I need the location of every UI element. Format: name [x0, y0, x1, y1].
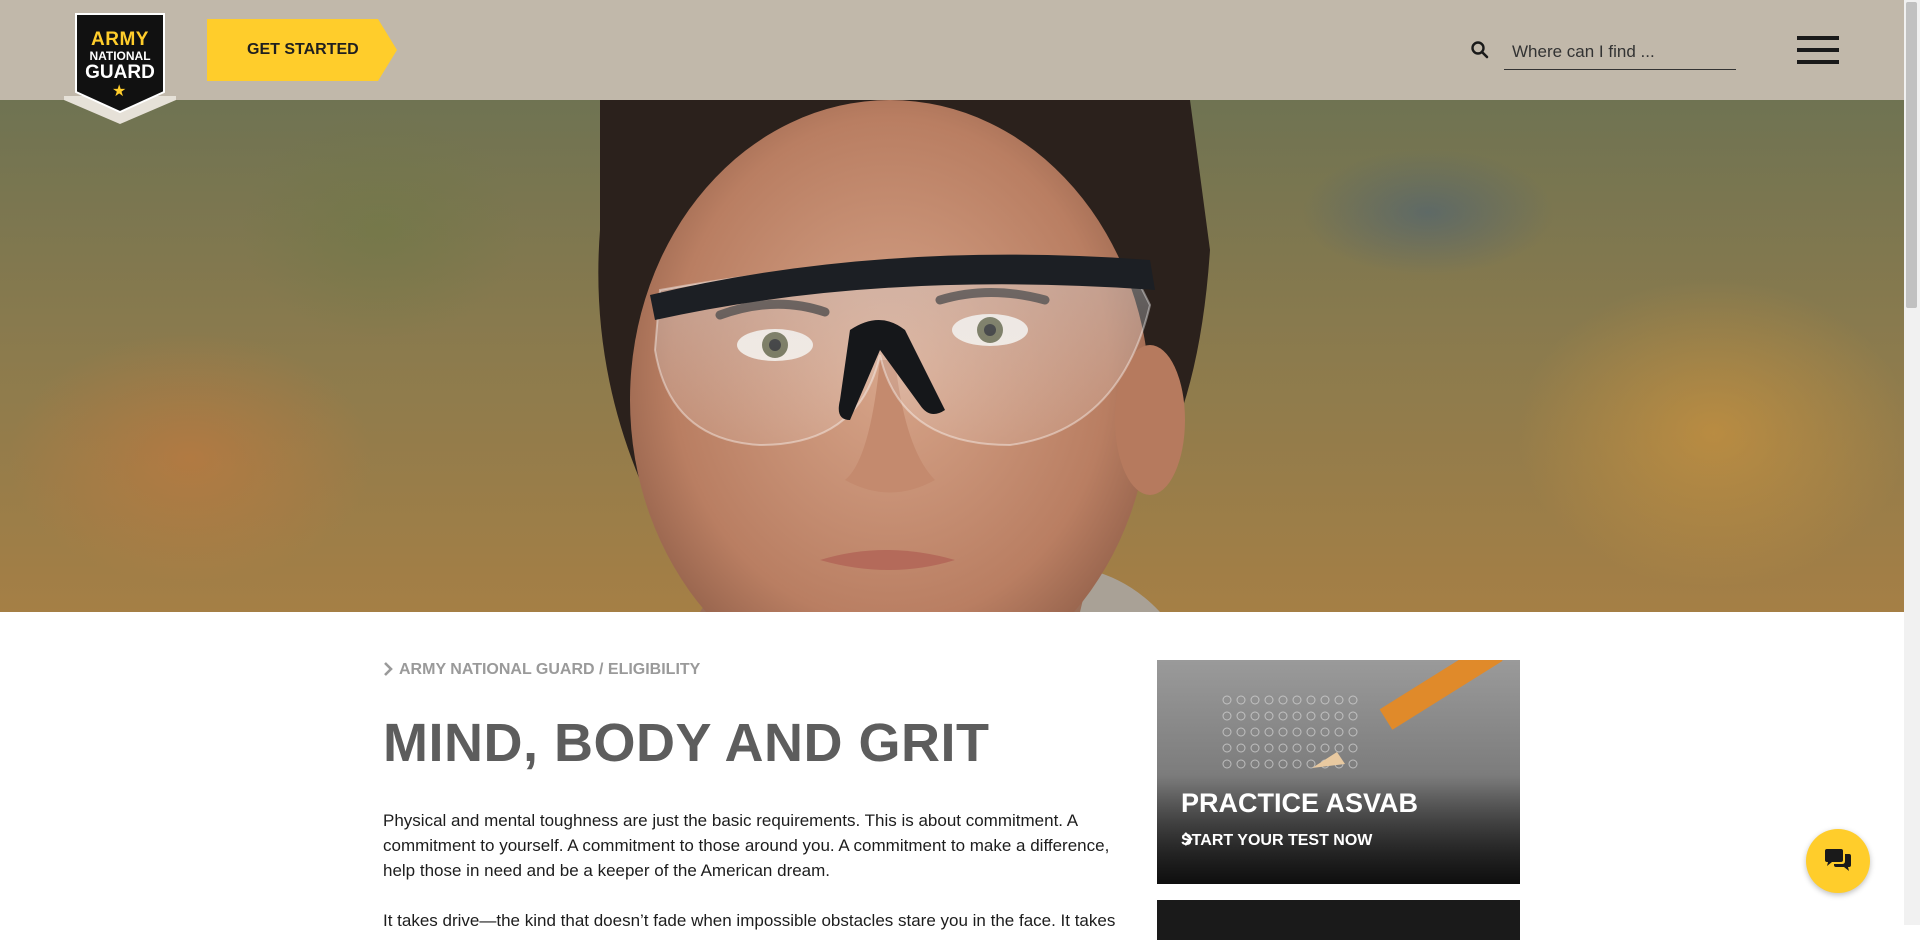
logo-line-national: NATIONAL [89, 49, 151, 63]
chat-bubbles-icon [1825, 849, 1851, 871]
breadcrumb[interactable]: ARMY NATIONAL GUARD / ELIGIBILITY [383, 661, 700, 679]
chat-button[interactable] [1806, 829, 1870, 893]
start-test-link[interactable]: START YOUR TEST NOW [1181, 832, 1372, 850]
army-national-guard-logo[interactable]: ARMY NATIONAL GUARD ★ [64, 0, 176, 124]
logo-line-guard: GUARD [85, 62, 155, 83]
hamburger-menu-icon[interactable] [1797, 36, 1839, 64]
menu-bar [1797, 60, 1839, 64]
logo-wordmark: ARMY NATIONAL GUARD [64, 30, 176, 82]
menu-bar [1797, 36, 1839, 40]
practice-asvab-card[interactable]: PRACTICE ASVAB START YOUR TEST NOW [1157, 660, 1520, 884]
search-input[interactable] [1504, 34, 1736, 70]
secondary-card[interactable] [1157, 900, 1520, 940]
body-paragraph: It takes drive—the kind that doesn’t fad… [383, 911, 1116, 930]
chevron-right-icon [383, 661, 393, 679]
logo-line-army: ARMY [91, 29, 149, 50]
card-title: PRACTICE ASVAB [1181, 788, 1419, 818]
scrollbar-thumb[interactable] [1906, 2, 1917, 308]
hero-image-soldier-with-safety-glasses [0, 100, 1904, 612]
star-icon: ★ [112, 83, 127, 100]
intro-paragraph: Physical and mental toughness are just t… [383, 811, 1110, 880]
page-title: MIND, BODY AND GRIT [383, 713, 990, 773]
get-started-button[interactable]: GET STARTED [207, 19, 397, 81]
start-test-link-label: START YOUR TEST NOW [1181, 832, 1373, 849]
chevron-right-icon [1184, 832, 1193, 846]
menu-bar [1797, 48, 1839, 52]
breadcrumb-text[interactable]: ARMY NATIONAL GUARD / ELIGIBILITY [399, 661, 700, 679]
search-icon[interactable] [1470, 40, 1490, 60]
site-header: ARMY NATIONAL GUARD ★ GET STARTED [0, 0, 1904, 124]
